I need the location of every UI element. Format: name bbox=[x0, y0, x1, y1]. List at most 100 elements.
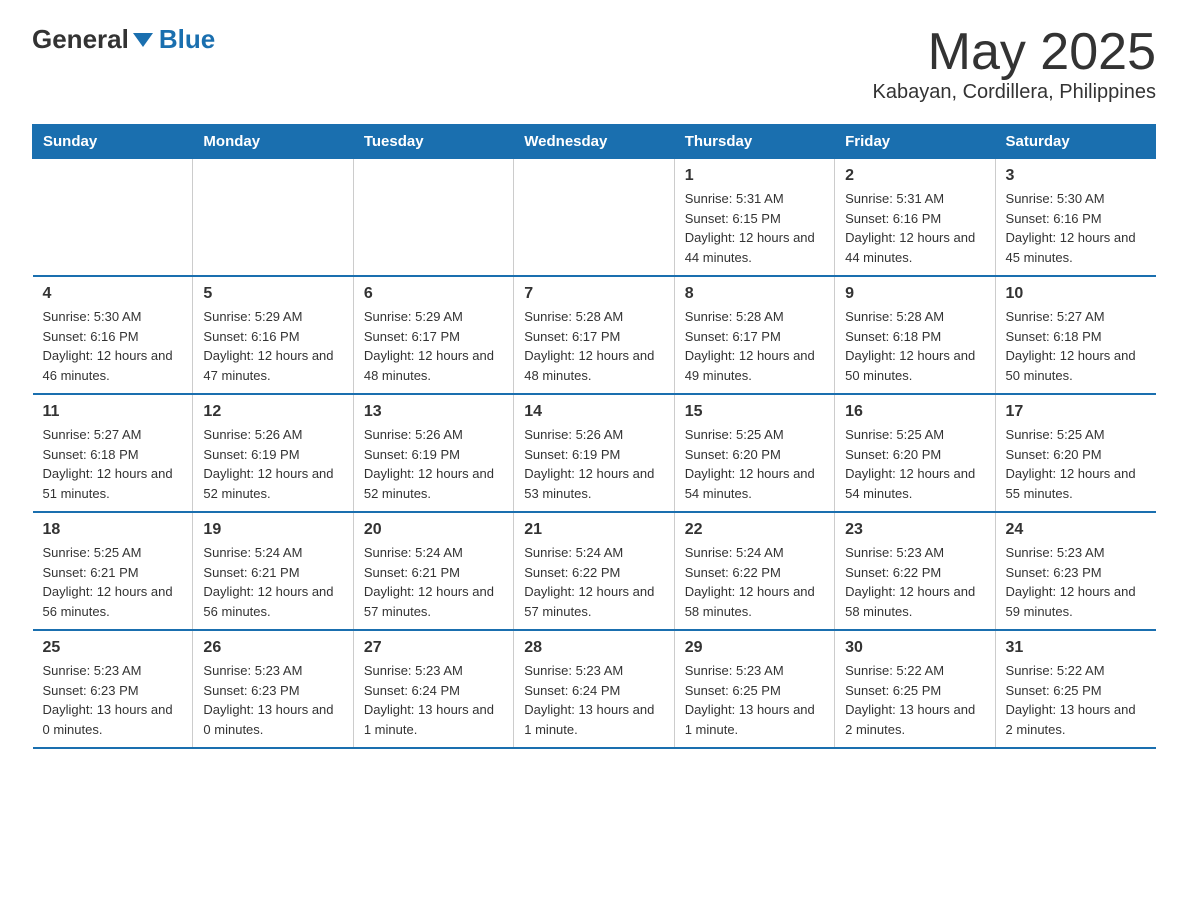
week-row-4: 18Sunrise: 5:25 AM Sunset: 6:21 PM Dayli… bbox=[33, 512, 1156, 630]
day-info: Sunrise: 5:24 AM Sunset: 6:21 PM Dayligh… bbox=[364, 543, 503, 621]
day-cell: 5 Sunrise: 5:29 AM Sunset: 6:16 PM Daylig… bbox=[193, 276, 353, 394]
day-cell: 10 Sunrise: 5:27 AM Sunset: 6:18 PM Dayli… bbox=[995, 276, 1155, 394]
day-cell: 8 Sunrise: 5:28 AM Sunset: 6:17 PM Daylig… bbox=[674, 276, 834, 394]
day-number: 19 bbox=[203, 521, 342, 539]
day-info: Sunrise: 5:22 AM Sunset: 6:25 PM Dayligh… bbox=[1006, 661, 1146, 739]
day-number: 5 bbox=[203, 285, 342, 303]
day-number: 31 bbox=[1006, 639, 1146, 657]
day-cell: 7 Sunrise: 5:28 AM Sunset: 6:17 PM Daylig… bbox=[514, 276, 674, 394]
day-cell: 22 Sunrise: 5:24 AM Sunset: 6:22 PM Dayli… bbox=[674, 512, 834, 630]
day-number: 23 bbox=[845, 521, 984, 539]
day-info: Sunrise: 5:26 AM Sunset: 6:19 PM Dayligh… bbox=[364, 425, 503, 503]
day-info: Sunrise: 5:23 AM Sunset: 6:24 PM Dayligh… bbox=[524, 661, 663, 739]
day-number: 10 bbox=[1006, 285, 1146, 303]
page-header: General Blue May 2025 Kabayan, Cordiller… bbox=[32, 24, 1156, 104]
day-number: 7 bbox=[524, 285, 663, 303]
day-header-thursday: Thursday bbox=[674, 125, 834, 159]
day-number: 16 bbox=[845, 403, 984, 421]
day-info: Sunrise: 5:23 AM Sunset: 6:23 PM Dayligh… bbox=[203, 661, 342, 739]
week-row-3: 11 Sunrise: 5:27 AM Sunset: 6:18 PM Dayli… bbox=[33, 394, 1156, 512]
day-cell: 23 Sunrise: 5:23 AM Sunset: 6:22 PM Dayli… bbox=[835, 512, 995, 630]
day-cell: 25 Sunrise: 5:23 AM Sunset: 6:23 PM Dayli… bbox=[33, 630, 193, 748]
day-cell: 31 Sunrise: 5:22 AM Sunset: 6:25 PM Dayli… bbox=[995, 630, 1155, 748]
day-cell: 19 Sunrise: 5:24 AM Sunset: 6:21 PM Dayli… bbox=[193, 512, 353, 630]
day-cell: 15Sunrise: 5:25 AM Sunset: 6:20 PM Dayli… bbox=[674, 394, 834, 512]
day-info: Sunrise: 5:23 AM Sunset: 6:23 PM Dayligh… bbox=[43, 661, 183, 739]
day-cell: 28 Sunrise: 5:23 AM Sunset: 6:24 PM Dayli… bbox=[514, 630, 674, 748]
day-number: 30 bbox=[845, 639, 984, 657]
day-cell bbox=[353, 159, 513, 277]
day-number: 20 bbox=[364, 521, 503, 539]
logo-blue: Blue bbox=[159, 24, 215, 55]
day-header-wednesday: Wednesday bbox=[514, 125, 674, 159]
day-info: Sunrise: 5:29 AM Sunset: 6:16 PM Dayligh… bbox=[203, 307, 342, 385]
header-right: May 2025 Kabayan, Cordillera, Philippine… bbox=[873, 24, 1157, 104]
week-row-2: 4Sunrise: 5:30 AM Sunset: 6:16 PM Daylig… bbox=[33, 276, 1156, 394]
day-number: 8 bbox=[685, 285, 824, 303]
day-cell: 6 Sunrise: 5:29 AM Sunset: 6:17 PM Daylig… bbox=[353, 276, 513, 394]
day-info: Sunrise: 5:26 AM Sunset: 6:19 PM Dayligh… bbox=[203, 425, 342, 503]
day-number: 28 bbox=[524, 639, 663, 657]
day-number: 29 bbox=[685, 639, 824, 657]
day-cell: 24 Sunrise: 5:23 AM Sunset: 6:23 PM Dayli… bbox=[995, 512, 1155, 630]
day-number: 22 bbox=[685, 521, 824, 539]
day-info: Sunrise: 5:22 AM Sunset: 6:25 PM Dayligh… bbox=[845, 661, 984, 739]
day-cell: 9Sunrise: 5:28 AM Sunset: 6:18 PM Daylig… bbox=[835, 276, 995, 394]
day-info: Sunrise: 5:24 AM Sunset: 6:21 PM Dayligh… bbox=[203, 543, 342, 621]
day-cell bbox=[193, 159, 353, 277]
day-number: 15 bbox=[685, 403, 824, 421]
day-cell: 18Sunrise: 5:25 AM Sunset: 6:21 PM Dayli… bbox=[33, 512, 193, 630]
day-info: Sunrise: 5:23 AM Sunset: 6:25 PM Dayligh… bbox=[685, 661, 824, 739]
day-info: Sunrise: 5:29 AM Sunset: 6:17 PM Dayligh… bbox=[364, 307, 503, 385]
day-cell: 3Sunrise: 5:30 AM Sunset: 6:16 PM Daylig… bbox=[995, 159, 1155, 277]
day-info: Sunrise: 5:23 AM Sunset: 6:23 PM Dayligh… bbox=[1006, 543, 1146, 621]
day-cell: 14Sunrise: 5:26 AM Sunset: 6:19 PM Dayli… bbox=[514, 394, 674, 512]
day-info: Sunrise: 5:28 AM Sunset: 6:17 PM Dayligh… bbox=[685, 307, 824, 385]
day-info: Sunrise: 5:23 AM Sunset: 6:24 PM Dayligh… bbox=[364, 661, 503, 739]
day-number: 2 bbox=[845, 167, 984, 185]
day-cell: 26Sunrise: 5:23 AM Sunset: 6:23 PM Dayli… bbox=[193, 630, 353, 748]
day-header-saturday: Saturday bbox=[995, 125, 1155, 159]
day-info: Sunrise: 5:26 AM Sunset: 6:19 PM Dayligh… bbox=[524, 425, 663, 503]
calendar-table: SundayMondayTuesdayWednesdayThursdayFrid… bbox=[32, 124, 1156, 749]
week-row-1: 1 Sunrise: 5:31 AM Sunset: 6:15 PM Daylig… bbox=[33, 159, 1156, 277]
month-title: May 2025 bbox=[873, 24, 1157, 81]
day-info: Sunrise: 5:24 AM Sunset: 6:22 PM Dayligh… bbox=[685, 543, 824, 621]
day-cell: 11 Sunrise: 5:27 AM Sunset: 6:18 PM Dayli… bbox=[33, 394, 193, 512]
location: Kabayan, Cordillera, Philippines bbox=[873, 81, 1157, 104]
day-cell bbox=[514, 159, 674, 277]
day-number: 1 bbox=[685, 167, 824, 185]
day-header-friday: Friday bbox=[835, 125, 995, 159]
day-cell: 29 Sunrise: 5:23 AM Sunset: 6:25 PM Dayli… bbox=[674, 630, 834, 748]
day-number: 25 bbox=[43, 639, 183, 657]
day-info: Sunrise: 5:25 AM Sunset: 6:21 PM Dayligh… bbox=[43, 543, 183, 621]
day-cell: 2 Sunrise: 5:31 AM Sunset: 6:16 PM Daylig… bbox=[835, 159, 995, 277]
day-info: Sunrise: 5:24 AM Sunset: 6:22 PM Dayligh… bbox=[524, 543, 663, 621]
day-info: Sunrise: 5:27 AM Sunset: 6:18 PM Dayligh… bbox=[43, 425, 183, 503]
day-cell: 20 Sunrise: 5:24 AM Sunset: 6:21 PM Dayli… bbox=[353, 512, 513, 630]
day-number: 4 bbox=[43, 285, 183, 303]
day-cell: 12 Sunrise: 5:26 AM Sunset: 6:19 PM Dayli… bbox=[193, 394, 353, 512]
day-number: 6 bbox=[364, 285, 503, 303]
day-info: Sunrise: 5:27 AM Sunset: 6:18 PM Dayligh… bbox=[1006, 307, 1146, 385]
day-cell bbox=[33, 159, 193, 277]
day-cell: 16 Sunrise: 5:25 AM Sunset: 6:20 PM Dayli… bbox=[835, 394, 995, 512]
day-cell: 1 Sunrise: 5:31 AM Sunset: 6:15 PM Daylig… bbox=[674, 159, 834, 277]
week-row-5: 25 Sunrise: 5:23 AM Sunset: 6:23 PM Dayli… bbox=[33, 630, 1156, 748]
day-info: Sunrise: 5:23 AM Sunset: 6:22 PM Dayligh… bbox=[845, 543, 984, 621]
day-number: 9 bbox=[845, 285, 984, 303]
day-number: 11 bbox=[43, 403, 183, 421]
day-cell: 13 Sunrise: 5:26 AM Sunset: 6:19 PM Dayli… bbox=[353, 394, 513, 512]
day-info: Sunrise: 5:25 AM Sunset: 6:20 PM Dayligh… bbox=[845, 425, 984, 503]
day-info: Sunrise: 5:31 AM Sunset: 6:15 PM Dayligh… bbox=[685, 189, 824, 267]
day-info: Sunrise: 5:28 AM Sunset: 6:17 PM Dayligh… bbox=[524, 307, 663, 385]
day-number: 21 bbox=[524, 521, 663, 539]
day-info: Sunrise: 5:31 AM Sunset: 6:16 PM Dayligh… bbox=[845, 189, 984, 267]
day-header-tuesday: Tuesday bbox=[353, 125, 513, 159]
day-header-monday: Monday bbox=[193, 125, 353, 159]
day-number: 24 bbox=[1006, 521, 1146, 539]
logo: General Blue bbox=[32, 24, 215, 55]
day-number: 13 bbox=[364, 403, 503, 421]
day-cell: 30 Sunrise: 5:22 AM Sunset: 6:25 PM Dayli… bbox=[835, 630, 995, 748]
day-number: 12 bbox=[203, 403, 342, 421]
